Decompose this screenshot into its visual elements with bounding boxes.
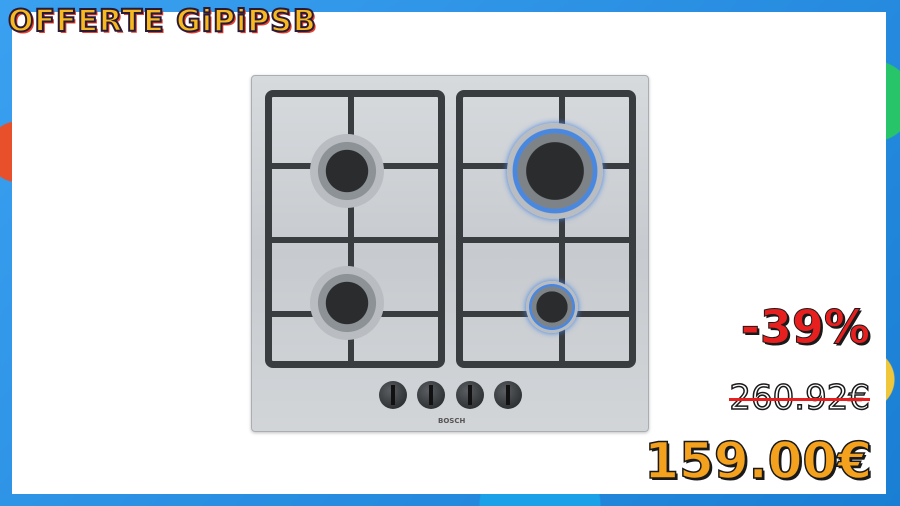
new-price: 159.00€ xyxy=(644,431,873,491)
control-knob-2 xyxy=(417,381,445,409)
control-knob-4 xyxy=(494,381,522,409)
burner-bottom-left xyxy=(310,266,384,340)
brand-title: OFFERTE GiPiPSB xyxy=(7,3,317,40)
brand-logo: BOSCH xyxy=(438,417,466,425)
discount-badge: -39% xyxy=(740,300,870,355)
burner-top-right xyxy=(507,123,603,219)
burner-bottom-right xyxy=(526,281,578,333)
old-price: 260.92€ xyxy=(729,377,871,419)
control-knob-1 xyxy=(379,381,407,409)
burner-top-left xyxy=(310,134,384,208)
control-knob-3 xyxy=(456,381,484,409)
product-image-cooktop[interactable]: BOSCH xyxy=(251,75,649,432)
